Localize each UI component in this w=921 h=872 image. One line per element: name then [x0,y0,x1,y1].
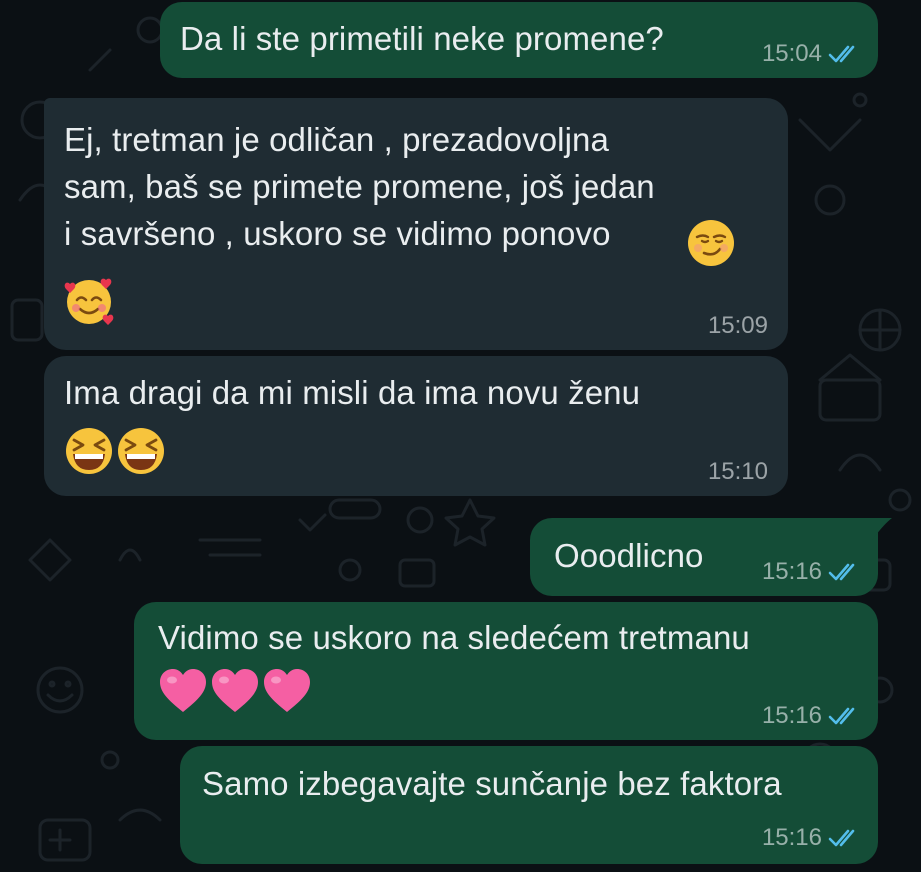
read-receipt-double-check-icon [828,707,855,725]
message-time: 15:16 [761,824,822,851]
message-meta: 15:09 [708,312,768,340]
read-receipt-double-check-icon [828,563,855,581]
read-receipt-double-check-icon [828,45,855,63]
message-text: Samo izbegavajte sunčanje bez faktora [202,765,782,802]
message-bubble-incoming[interactable]: Ima dragi da mi misli da ima novu ženu 1… [44,356,788,496]
message-text: Ej, tretman je odličan , prezadovoljna s… [64,121,655,252]
message-meta: 15:16 [762,702,860,730]
message-time: 15:10 [707,458,768,485]
message-time: 15:16 [761,702,822,729]
pink-heart-emoji-icon [264,669,310,712]
message-text: Ooodlicno [554,537,704,574]
message-meta: 15:16 [762,558,860,586]
bubble-tail [872,518,892,540]
message-meta: 15:10 [708,458,768,486]
message-text: Vidimo se uskoro na sledećem tretmanu [158,619,750,656]
message-bubble-incoming[interactable]: Ej, tretman je odličan , prezadovoljna s… [44,98,788,350]
message-time: 15:09 [707,312,768,339]
pink-heart-emoji-icon [160,669,206,712]
grinning-squinting-face-emoji-icon [66,428,112,474]
message-bubble-outgoing[interactable]: Ooodlicno 15:16 [530,518,878,596]
message-bubble-outgoing[interactable]: Da li ste primetili neke promene? 15:04 [160,2,878,78]
pink-heart-emoji-icon [212,669,258,712]
read-receipt-double-check-icon [828,829,855,847]
emoji-row [64,426,166,476]
message-text: Da li ste primetili neke promene? [180,20,664,57]
smiling-face-with-hearts-emoji-icon [64,278,114,325]
message-bubble-outgoing[interactable]: Vidimo se uskoro na sledećem tretmanu 15… [134,602,878,740]
message-time: 15:04 [761,40,822,67]
message-meta: 15:16 [762,824,860,852]
emoji-row [158,666,312,716]
message-time: 15:16 [761,558,822,585]
smirking-face-emoji-icon [688,220,734,266]
message-bubble-outgoing[interactable]: Samo izbegavajte sunčanje bez faktora 15… [180,746,878,864]
chat-message-list[interactable]: Da li ste primetili neke promene? 15:04 … [0,0,921,872]
grinning-squinting-face-emoji-icon [118,428,164,474]
message-meta: 15:04 [762,40,860,68]
message-text: Ima dragi da mi misli da ima novu ženu [64,374,641,411]
